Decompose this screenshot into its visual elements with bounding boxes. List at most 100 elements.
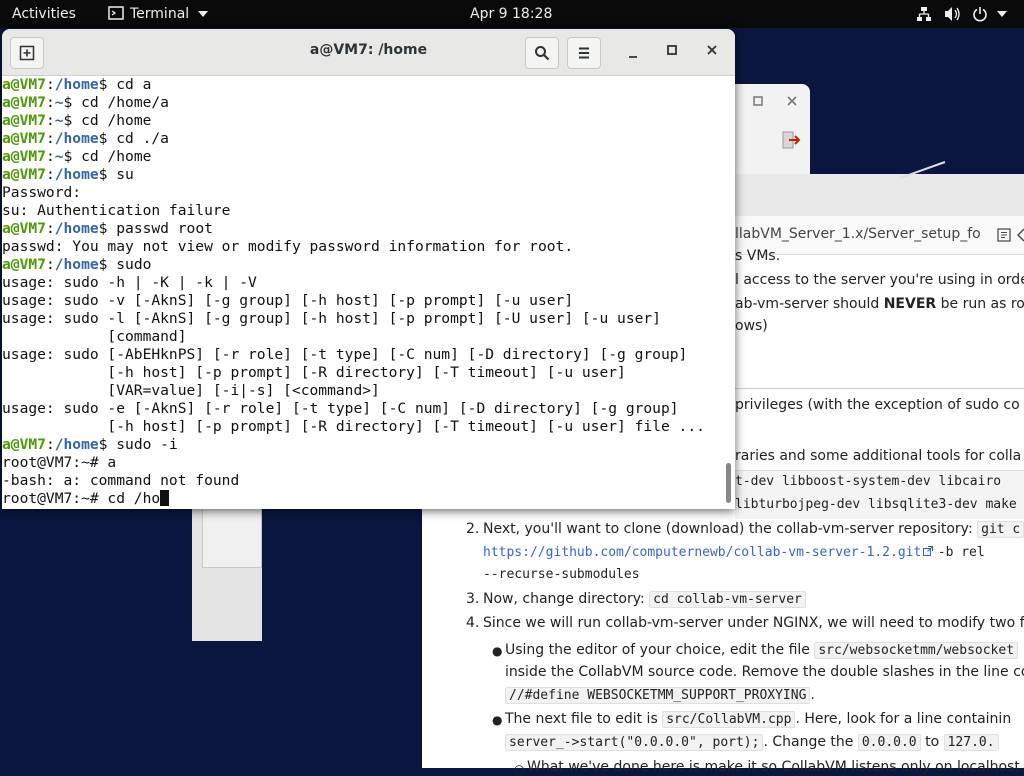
page-text-line: privileges (with the exception of sudo c… <box>735 397 1020 413</box>
prompt-symbol: $ <box>98 220 117 237</box>
search-icon <box>535 46 550 61</box>
terminal-titlebar[interactable]: a@VM7: /home <box>2 29 735 76</box>
clock[interactable]: Apr 9 18:28 <box>470 0 552 28</box>
page-text: . Change the <box>763 734 854 750</box>
terminal-text: usage: sudo -h | -K | -k | -V <box>2 274 257 291</box>
terminal-text: [command] <box>2 328 187 345</box>
maximize-icon[interactable] <box>753 96 763 106</box>
list-item-continuation: inside the CollabVM source code. Remove … <box>505 664 1024 680</box>
terminal-line: a@VM7:/home$ passwd root <box>2 220 213 237</box>
terminal-text: usage: sudo [-AbEHknPS] [-r role] [-t ty… <box>2 346 688 363</box>
prompt-symbol: $ <box>98 166 117 183</box>
app-menu[interactable]: Terminal <box>108 0 208 28</box>
terminal-line: [-h host] [-p prompt] [-R directory] [-T… <box>2 418 724 436</box>
list-item: Now, change directory: cd collab-vm-serv… <box>483 591 806 608</box>
minimize-icon[interactable] <box>628 49 638 59</box>
terminal-line: a@VM7:/home$ sudo -i <box>2 436 178 453</box>
page-text-line: s VMs. <box>735 248 781 264</box>
repository-link[interactable]: https://github.com/computernewb/collab-v… <box>483 545 921 560</box>
close-icon[interactable] <box>787 96 797 106</box>
prompt-path: /home <box>54 220 99 237</box>
terminal-text: [-h host] [-p prompt] [-R directory] [-T… <box>2 418 705 435</box>
menu-button[interactable] <box>567 37 601 69</box>
terminal-line: a@VM7:/home$ cd a <box>2 76 152 93</box>
bullet: ● <box>492 644 503 658</box>
page-text: Using the editor of your choice, edit th… <box>505 642 810 658</box>
bullet: ● <box>492 713 503 727</box>
top-bar: Activities Terminal Apr 9 18:28 <box>0 0 1024 28</box>
terminal-line: a@VM7:~$ cd /home <box>2 112 152 129</box>
network-icon[interactable] <box>916 6 932 22</box>
chevron-left-icon[interactable] <box>1017 228 1024 242</box>
page-text-line: ows) <box>735 318 768 334</box>
background-window-panel-inner <box>202 505 262 568</box>
power-icon[interactable] <box>972 6 988 22</box>
terminal-line: usage: sudo -e [-AknS] [-r role] [-t typ… <box>2 400 724 418</box>
prompt-path: ~ <box>54 112 64 129</box>
terminal-line: a@VM7:/home$ su <box>2 166 134 183</box>
page-text: . <box>810 687 815 703</box>
terminal-line: usage: sudo -h | -K | -k | -V <box>2 274 724 292</box>
external-link-icon <box>923 546 934 556</box>
activities-button[interactable]: Activities <box>12 0 76 28</box>
terminal-text: root@VM7:~# cd /ho <box>2 490 161 507</box>
reader-view-icon[interactable] <box>997 228 1011 242</box>
list-item-continuation: server_->start("0.0.0.0", port);. Change… <box>505 734 999 751</box>
prompt-symbol: $ <box>98 256 117 273</box>
page-text-line: l access to the server you're using in o… <box>735 272 1024 288</box>
list-number: 3. <box>466 591 480 607</box>
prompt-path: /home <box>54 166 99 183</box>
terminal-line: -bash: a: command not found <box>2 472 724 490</box>
volume-icon[interactable] <box>944 6 962 22</box>
page-text: be run as ro <box>936 296 1024 312</box>
terminal-line: root@VM7:~# a <box>2 454 724 472</box>
terminal-output[interactable]: a@VM7:/home$ cd a a@VM7:~$ cd /home/a a@VM… <box>2 76 724 509</box>
chevron-down-icon[interactable] <box>997 10 1007 18</box>
terminal-text: passwd root <box>116 220 213 237</box>
prompt-user: a@VM7 <box>2 76 46 93</box>
exit-icon[interactable] <box>781 130 801 150</box>
terminal-app-icon <box>108 6 124 20</box>
terminal-line: Password: <box>2 184 724 202</box>
terminal-text: [VAR=value] [-i|-s] [<command>] <box>2 382 380 399</box>
list-item: Using the editor of your choice, edit th… <box>505 642 1019 659</box>
browser-decoration <box>900 161 946 179</box>
search-button[interactable] <box>525 37 559 69</box>
inline-code: src/CollabVM.cpp <box>662 711 796 728</box>
prompt-path: /home <box>54 256 99 273</box>
terminal-line: a@VM7:~$ cd /home <box>2 148 152 165</box>
maximize-icon[interactable] <box>667 45 677 55</box>
terminal-text: cd /home <box>81 148 152 165</box>
terminal-text: usage: sudo -l [-AknS] [-g group] [-h ho… <box>2 310 661 327</box>
list-item-continuation: https://github.com/computernewb/collab-v… <box>483 544 985 560</box>
code-line: t-dev libboost-system-dev libcairo <box>735 474 1002 489</box>
terminal-text: cd /home <box>81 112 152 129</box>
terminal-text: cd a <box>116 76 152 93</box>
terminal-text: root@VM7:~# a <box>2 454 117 471</box>
app-menu-label: Terminal <box>130 6 190 22</box>
terminal-line: usage: sudo -v [-AknS] [-g group] [-h ho… <box>2 292 724 310</box>
page-bold-text: NEVER <box>883 296 937 312</box>
terminal-text: sudo <box>116 256 152 273</box>
terminal-text: cd ./a <box>116 130 169 147</box>
scrollbar-thumb[interactable] <box>726 463 731 503</box>
terminal-text: usage: sudo -e [-AknS] [-r role] [-t typ… <box>2 400 679 417</box>
terminal-window[interactable]: a@VM7: /home a@VM7:/home$ cd a a@VM7:~$ c… <box>2 29 735 509</box>
inline-code: 127.0. <box>943 734 999 751</box>
inline-code: --recurse-submodules <box>483 567 640 582</box>
background-window[interactable] <box>735 84 810 174</box>
page-text-line: ab-vm-server should NEVER be run as ro <box>735 296 1024 312</box>
prompt-symbol: $ <box>63 112 82 129</box>
prompt-user: a@VM7 <box>2 220 46 237</box>
page-text: The next file to edit is <box>505 711 658 727</box>
prompt-user: a@VM7 <box>2 436 46 453</box>
chevron-down-icon <box>197 11 208 17</box>
terminal-text: su <box>116 166 134 183</box>
list-item: What we've done here is make it so Colla… <box>527 759 1020 775</box>
address-bar-url[interactable]: llabVM_Server_1.x/Server_setup_fo <box>735 226 981 242</box>
prompt-symbol: $ <box>98 436 117 453</box>
close-icon[interactable] <box>707 45 717 55</box>
page-text: Now, change directory: <box>483 591 645 607</box>
page-text: to <box>925 734 940 750</box>
list-item-continuation: //#define WEBSOCKETMM_SUPPORT_PROXYING. <box>505 687 815 704</box>
